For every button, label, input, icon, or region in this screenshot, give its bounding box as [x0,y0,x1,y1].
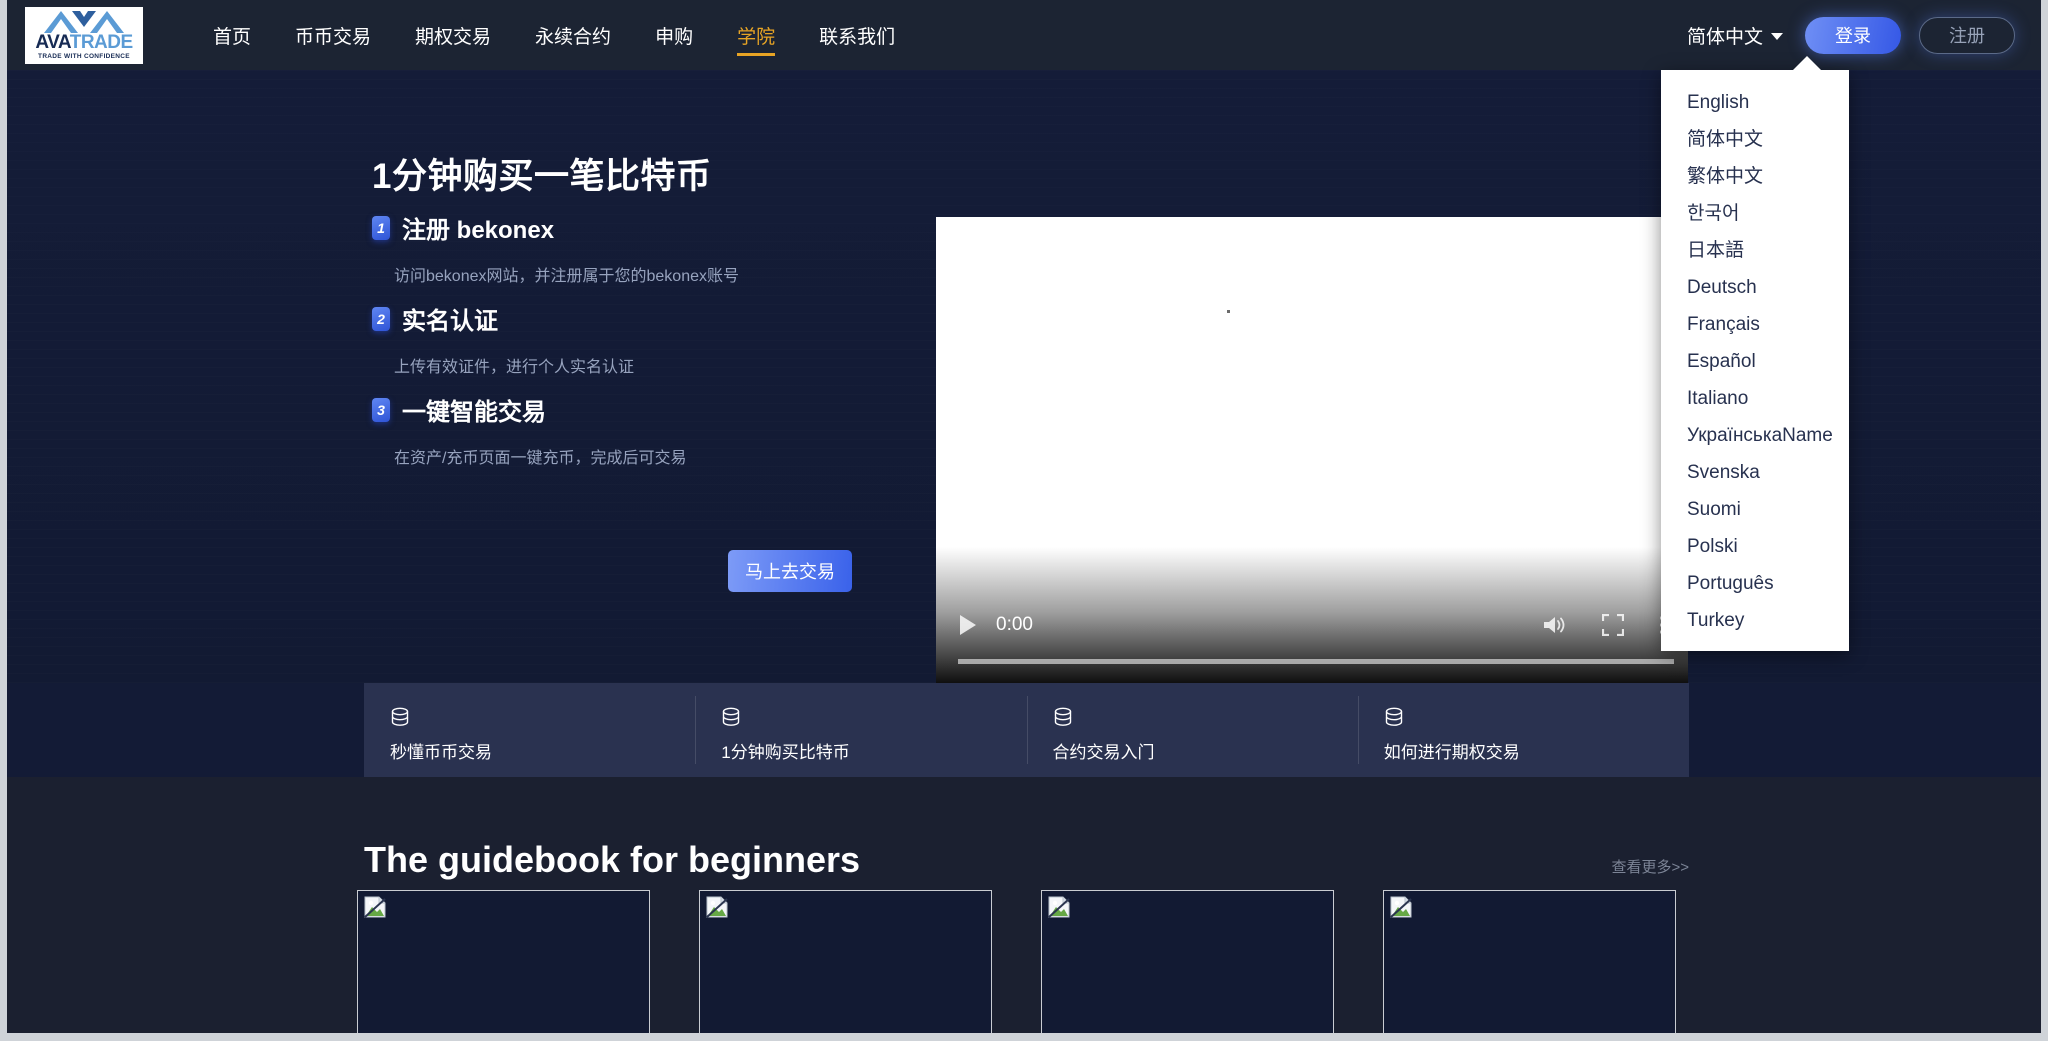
feature-tab-label: 1分钟购买比特币 [721,738,1026,763]
language-option-polish[interactable]: Polski [1661,528,1849,565]
nav-item-options-trading[interactable]: 期权交易 [393,0,513,70]
start-trading-button[interactable]: 马上去交易 [728,550,852,592]
logo-word-ava: AVA [35,32,69,53]
language-dropdown: English 简体中文 繁体中文 한국어 日本語 Deutsch França… [1661,70,1849,651]
guidebook-card[interactable] [699,890,992,1041]
video-current-time: 0:00 [996,614,1033,636]
language-selector-label: 简体中文 [1687,22,1763,49]
feature-tab-label: 合约交易入门 [1053,738,1358,763]
hero-step-2: 2 实名认证 上传有效证件，进行个人实名认证 [372,301,634,377]
guidebook-card[interactable] [357,890,650,1041]
nav-item-subscription[interactable]: 申购 [633,0,715,70]
hero-step-1-head: 1 注册 bekonex [372,210,739,245]
nav-item-spot-trading[interactable]: 币币交易 [273,0,393,70]
window-edge-left [0,0,7,1041]
logo-tagline: TRADE WITH CONFIDENCE [38,52,130,61]
play-icon[interactable] [960,615,976,635]
video-controls-right [1542,614,1664,636]
hero-step-2-desc: 上传有效证件，进行个人实名认证 [394,353,634,377]
feature-tab-buy-bitcoin[interactable]: 1分钟购买比特币 [695,683,1026,777]
hero-step-1: 1 注册 bekonex 访问bekonex网站，并注册属于您的bekonex账… [372,210,739,286]
database-stack-icon [1053,707,1073,729]
language-selector[interactable]: 简体中文 [1683,16,1787,55]
nav-item-perpetual-contracts[interactable]: 永续合约 [513,0,633,70]
language-option-finnish[interactable]: Suomi [1661,491,1849,528]
broken-image-icon [706,896,728,918]
fullscreen-icon[interactable] [1602,614,1624,636]
window-edge-right [2041,0,2048,1041]
guidebook-card[interactable] [1041,890,1334,1041]
feature-tabs: 秒懂币币交易 1分钟购买比特币 合约交易入门 [364,683,1689,777]
step-number-badge-2: 2 [372,307,390,331]
language-option-simplified-chinese[interactable]: 简体中文 [1661,121,1849,158]
language-option-french[interactable]: Français [1661,306,1849,343]
guidebook-header: The guidebook for beginners 查看更多>> [364,839,1689,881]
hero-step-3-head: 3 一键智能交易 [372,392,686,427]
guidebook-card-list [357,890,1682,1041]
step-number-badge-3: 3 [372,398,390,422]
video-controls: 0:00 [936,603,1688,647]
language-option-portuguese[interactable]: Português [1661,565,1849,602]
guidebook-view-more-link[interactable]: 查看更多>> [1611,856,1689,877]
nav-links: 首页 币币交易 期权交易 永续合约 申购 学院 联系我们 [191,0,917,70]
video-poster-artifact [1227,310,1230,313]
video-progress-bar[interactable] [958,659,1674,664]
language-option-english[interactable]: English [1661,84,1849,121]
feature-tab-contract-intro[interactable]: 合约交易入门 [1027,683,1358,777]
hero-step-3-title: 一键智能交易 [402,392,546,427]
language-option-japanese[interactable]: 日本語 [1661,232,1849,269]
language-option-italian[interactable]: Italiano [1661,380,1849,417]
window-edge-bottom [0,1033,2048,1041]
nav-item-home[interactable]: 首页 [191,0,273,70]
broken-image-icon [364,896,386,918]
language-dropdown-caret-icon [1792,56,1822,71]
feature-tab-options-trading[interactable]: 如何进行期权交易 [1358,683,1689,777]
step-number-badge-1: 1 [372,216,390,240]
language-option-ukrainian[interactable]: УкраїнськаName [1661,417,1849,454]
language-option-swedish[interactable]: Svenska [1661,454,1849,491]
language-option-spanish[interactable]: Español [1661,343,1849,380]
feature-tabs-strip: 秒懂币币交易 1分钟购买比特币 合约交易入门 [7,683,2041,777]
page-root: AVATRADE TRADE WITH CONFIDENCE 首页 币币交易 期… [0,0,2048,1041]
logo-wordmark: AVATRADE [35,33,132,52]
nav-item-contact-us[interactable]: 联系我们 [797,0,917,70]
guidebook-card[interactable] [1383,890,1676,1041]
language-option-korean[interactable]: 한국어 [1661,195,1849,232]
feature-tab-label: 秒懂币币交易 [390,738,695,763]
navbar-right-actions: 简体中文 登录 注册 [1683,16,2015,55]
hero-step-2-title: 实名认证 [402,301,498,336]
ava-logo-icon [41,10,127,34]
database-stack-icon [1384,707,1404,729]
language-option-turkish[interactable]: Turkey [1661,602,1849,639]
guidebook-title: The guidebook for beginners [364,839,860,881]
language-option-traditional-chinese[interactable]: 繁体中文 [1661,158,1849,195]
volume-icon[interactable] [1542,614,1566,636]
feature-tab-label: 如何进行期权交易 [1384,738,1689,763]
hero-title: 1分钟购买一笔比特币 [372,148,711,199]
video-player[interactable]: 0:00 [936,217,1688,683]
broken-image-icon [1048,896,1070,918]
broken-image-icon [1390,896,1412,918]
site-logo[interactable]: AVATRADE TRADE WITH CONFIDENCE [25,7,143,64]
navbar: AVATRADE TRADE WITH CONFIDENCE 首页 币币交易 期… [7,0,2041,70]
hero-step-2-head: 2 实名认证 [372,301,634,336]
chevron-down-icon [1771,33,1783,40]
hero-step-1-title: 注册 bekonex [402,210,554,245]
hero-step-1-desc: 访问bekonex网站，并注册属于您的bekonex账号 [394,262,739,286]
language-option-german[interactable]: Deutsch [1661,269,1849,306]
logo-word-trade: TRADE [70,32,133,53]
feature-tab-spot-trading[interactable]: 秒懂币币交易 [364,683,695,777]
hero-step-3: 3 一键智能交易 在资产/充币页面一键充币，完成后可交易 [372,392,686,468]
nav-item-academy[interactable]: 学院 [715,0,797,70]
register-button[interactable]: 注册 [1919,17,2015,54]
database-stack-icon [721,707,741,729]
hero-step-3-desc: 在资产/充币页面一键充币，完成后可交易 [394,444,686,468]
database-stack-icon [390,707,410,729]
login-button[interactable]: 登录 [1805,17,1901,54]
